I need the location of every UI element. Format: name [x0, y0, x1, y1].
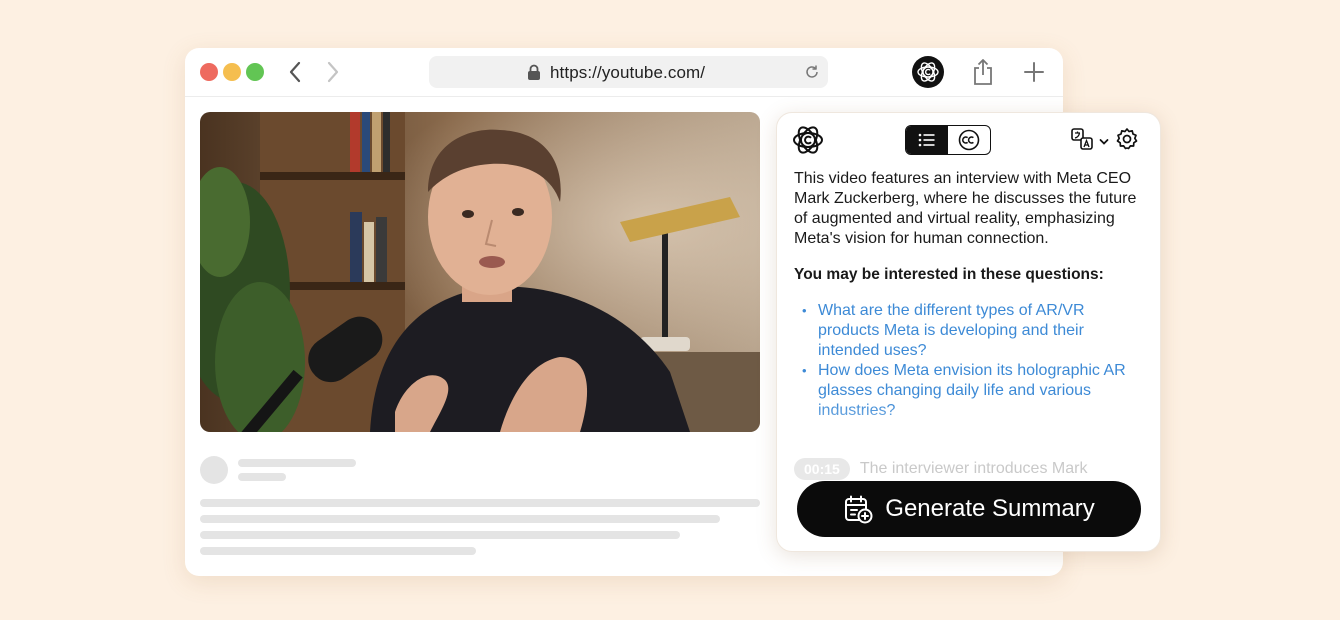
- panel-content: This video features an interview with Me…: [794, 169, 1146, 421]
- panel-tools: [1071, 127, 1139, 156]
- gear-icon[interactable]: [1115, 127, 1139, 156]
- generate-summary-button[interactable]: Generate Summary: [797, 481, 1141, 537]
- video-frame-image: [200, 112, 760, 432]
- description-line-placeholder: [200, 499, 760, 507]
- summary-panel: This video features an interview with Me…: [776, 112, 1161, 552]
- minimize-window-button[interactable]: [223, 63, 241, 81]
- address-bar[interactable]: https://youtube.com/: [429, 56, 828, 88]
- view-mode-toggle: [905, 125, 991, 155]
- questions-heading: You may be interested in these questions…: [794, 266, 1104, 283]
- extension-logo-icon: [791, 123, 825, 162]
- extension-logo-icon[interactable]: [912, 56, 944, 88]
- generate-summary-label: Generate Summary: [885, 495, 1095, 522]
- description-line-placeholder: [200, 547, 476, 555]
- url-text: https://youtube.com/: [550, 63, 706, 82]
- chevron-down-icon[interactable]: [1099, 133, 1109, 151]
- suggested-question-link[interactable]: What are the different types of AR/VR pr…: [794, 301, 1146, 361]
- close-window-button[interactable]: [200, 63, 218, 81]
- back-icon[interactable]: [283, 60, 307, 84]
- transcript-preview-row: 00:15 The interviewer introduces Mark: [794, 458, 1087, 480]
- channel-avatar-placeholder: [200, 456, 228, 484]
- description-line-placeholder: [200, 515, 720, 523]
- lock-icon: [527, 64, 541, 86]
- new-tab-icon[interactable]: [1022, 60, 1046, 84]
- list-icon: [918, 133, 935, 147]
- channel-meta-placeholder: [238, 473, 286, 481]
- browser-toolbar: https://youtube.com/: [185, 48, 1063, 97]
- translate-icon[interactable]: [1071, 128, 1093, 155]
- video-player[interactable]: [200, 112, 760, 432]
- maximize-window-button[interactable]: [246, 63, 264, 81]
- summary-view-tab[interactable]: [906, 126, 948, 154]
- transcript-preview-text: The interviewer introduces Mark: [859, 460, 1088, 477]
- video-summary-text: This video features an interview with Me…: [794, 170, 1137, 247]
- reload-icon[interactable]: [804, 64, 820, 85]
- share-icon[interactable]: [969, 58, 997, 86]
- forward-icon[interactable]: [321, 60, 345, 84]
- channel-name-placeholder: [238, 459, 356, 467]
- timestamp-badge[interactable]: 00:15: [794, 458, 850, 480]
- description-line-placeholder: [200, 531, 680, 539]
- transcript-view-tab[interactable]: [948, 126, 990, 154]
- calendar-add-icon: [845, 495, 873, 524]
- closed-captions-icon: [958, 129, 980, 151]
